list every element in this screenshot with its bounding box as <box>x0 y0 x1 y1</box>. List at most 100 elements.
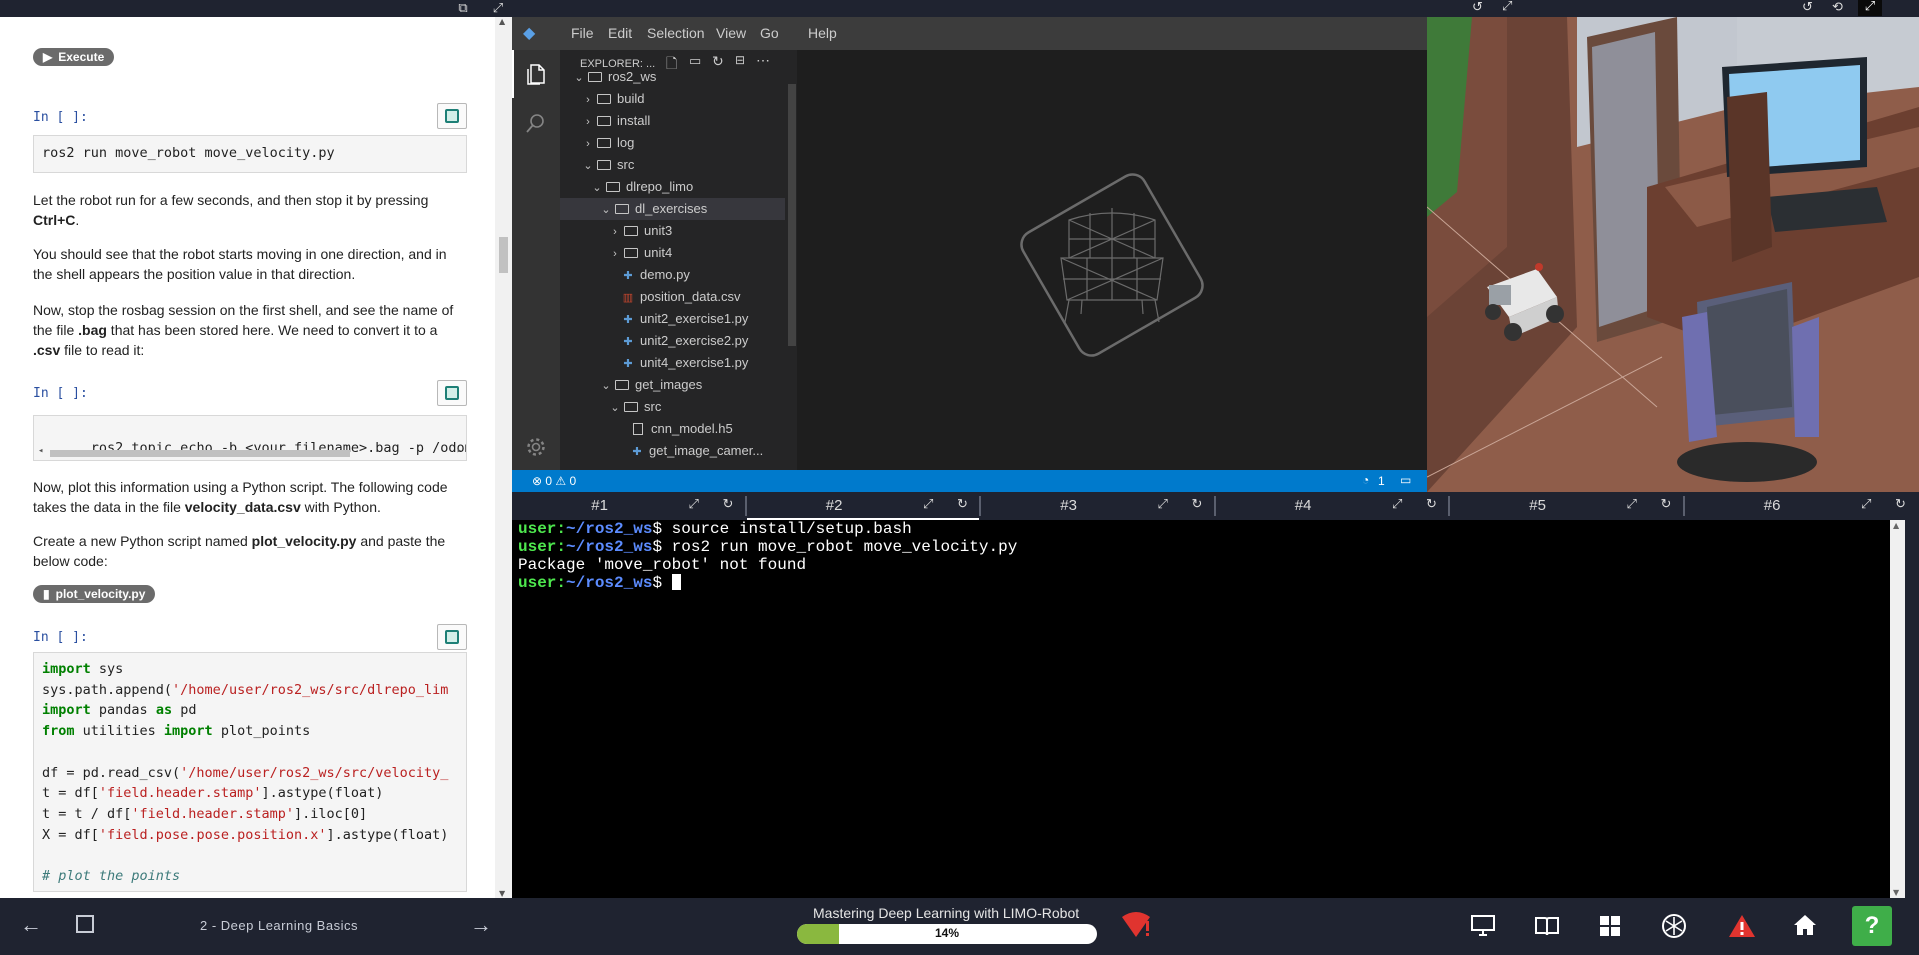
terminal-tab-6[interactable]: #6 ⤢ ↻ <box>1685 492 1918 520</box>
scrollbar-thumb[interactable] <box>499 237 508 273</box>
explorer-scrollbar-thumb[interactable] <box>788 84 796 346</box>
reload-icon[interactable]: ↻ <box>957 496 968 512</box>
terminal-tab-4[interactable]: #4 ⤢ ↻ <box>1216 492 1449 520</box>
home-icon[interactable] <box>1792 913 1818 937</box>
help-button[interactable]: ? <box>1852 906 1892 946</box>
reload-icon[interactable]: ⟲ <box>1832 0 1843 15</box>
alert-icon[interactable] <box>1728 913 1756 939</box>
tree-item[interactable]: ⌄ dl_exercises <box>560 198 785 220</box>
reset-view-icon[interactable]: ↺ <box>1472 0 1483 15</box>
tree-item[interactable]: ✚ get_image_camer... <box>560 440 785 462</box>
code-cell-1[interactable]: ros2 run move_robot move_velocity.py <box>33 135 467 173</box>
tree-item[interactable]: ▥ position_data.csv <box>560 286 785 308</box>
scroll-down-icon[interactable]: ▼ <box>1893 888 1899 897</box>
expand-icon[interactable]: ⤢ <box>1502 0 1512 14</box>
menu-help[interactable]: Help <box>808 25 837 41</box>
terminal-tab-5[interactable]: #5 ⤢ ↻ <box>1450 492 1683 520</box>
expand-icon[interactable]: ⤢ <box>1627 496 1637 512</box>
tree-item[interactable]: ✚ unit2_exercise2.py <box>560 330 785 352</box>
terminal-scrollbar[interactable]: ▲ ▼ <box>1890 520 1905 898</box>
expand-icon[interactable]: ⤢ <box>923 496 933 512</box>
tree-item[interactable]: ✚ unit2_exercise1.py <box>560 308 785 330</box>
reload-icon[interactable]: ↻ <box>723 496 734 512</box>
reset-icon[interactable]: ↺ <box>1802 0 1813 15</box>
menu-file[interactable]: File <box>571 25 594 41</box>
execute-button[interactable]: ▶ Execute <box>33 48 115 66</box>
input-prompt: In [ ]: <box>33 630 88 645</box>
notification-icon[interactable]: ◔ <box>1362 473 1369 487</box>
code-cell-2[interactable]: ros2 topic echo -b <your_filename>.bag -… <box>33 415 467 461</box>
files-icon[interactable] <box>525 62 547 86</box>
layout-icon[interactable]: ▭ <box>1400 473 1411 487</box>
tree-item[interactable]: › unit4 <box>560 242 785 264</box>
scroll-up-icon[interactable]: ▲ <box>1893 521 1899 530</box>
tree-item[interactable]: › log <box>560 132 785 154</box>
gazebo-viewport[interactable] <box>1427 17 1919 492</box>
expand-icon[interactable]: ⤢ <box>689 496 699 512</box>
scrollbar-thumb[interactable] <box>50 450 350 457</box>
terminal-tabs: #1 ⤢ ↻ #2 ⤢ ↻ #3 ⤢ ↻ #4 ⤢ ↻ #5 ⤢ ↻ #6 ⤢ ↻ <box>512 492 1919 520</box>
copy-button[interactable] <box>437 380 467 406</box>
tree-item[interactable]: ⌄ get_images <box>560 374 785 396</box>
scroll-up-icon[interactable]: ▲ <box>499 17 505 26</box>
tree-item[interactable]: ⌄ src <box>560 154 785 176</box>
tree-item[interactable]: › install <box>560 110 785 132</box>
code-cell-3[interactable]: import sys sys.path.append('/home/user/ro… <box>33 652 467 892</box>
vscode-panel: ◆ File Edit Selection View Go Help EXPLO… <box>512 0 1427 492</box>
tree-item[interactable]: ⌄ ros2_ws <box>560 66 785 88</box>
menu-go[interactable]: Go <box>760 25 779 41</box>
chevron-down-icon: ⌄ <box>610 402 620 414</box>
notification-count: 1 <box>1378 474 1385 488</box>
fullscreen-icon[interactable]: ⤢ <box>1858 0 1882 16</box>
scroll-down-icon[interactable]: ▼ <box>499 889 505 898</box>
horizontal-scrollbar[interactable]: ◂ ▸ <box>38 446 462 458</box>
menu-view[interactable]: View <box>716 25 746 41</box>
reload-icon[interactable]: ↻ <box>1192 496 1203 512</box>
wifi-warning-icon[interactable] <box>1120 911 1154 939</box>
notebook-scrollbar[interactable]: ▲ ▼ <box>495 17 512 898</box>
terminal-output[interactable]: user:~/ros2_ws$ source install/setup.bas… <box>512 520 1890 898</box>
scroll-right-icon[interactable]: ▸ <box>457 446 462 456</box>
grid-layout-icon[interactable] <box>1598 914 1622 938</box>
expand-icon[interactable]: ⤢ <box>1392 496 1402 512</box>
tree-item[interactable]: cnn_model.h5 <box>560 418 785 440</box>
collapse-all-icon[interactable]: ⊟ <box>735 53 745 67</box>
reload-icon[interactable]: ↻ <box>1661 496 1672 512</box>
tree-item[interactable]: › build <box>560 88 785 110</box>
tree-item[interactable]: ⌄ dlrepo_limo <box>560 176 785 198</box>
reload-icon[interactable]: ↻ <box>1426 496 1437 512</box>
tree-item-label: get_image_camer... <box>649 443 764 458</box>
reload-icon[interactable]: ↻ <box>1895 496 1906 512</box>
search-icon[interactable] <box>525 112 547 134</box>
terminal-line: user:~/ros2_ws$ source install/setup.bas… <box>518 520 912 538</box>
chevron-down-icon: ⌄ <box>601 204 611 216</box>
tree-item[interactable]: ✚ demo.py <box>560 264 785 286</box>
tree-item[interactable]: ✚ unit4_exercise1.py <box>560 352 785 374</box>
terminal-tab-3[interactable]: #3 ⤢ ↻ <box>981 492 1214 520</box>
desktop-icon[interactable] <box>1470 914 1496 938</box>
expand-icon[interactable]: ⤢ <box>489 0 507 17</box>
expand-icon[interactable]: ⤢ <box>1861 496 1871 512</box>
copy-button[interactable] <box>437 624 467 650</box>
paragraph-4: Now, plot this information using a Pytho… <box>33 479 448 515</box>
vscode-logo-icon: ◆ <box>523 25 536 42</box>
menu-edit[interactable]: Edit <box>608 25 632 41</box>
copy-button[interactable] <box>437 103 467 129</box>
expand-icon[interactable]: ⤢ <box>1158 496 1168 512</box>
tree-item[interactable]: ⌄ src <box>560 396 785 418</box>
terminal-tab-2[interactable]: #2 ⤢ ↻ <box>746 492 979 520</box>
folder-icon <box>588 72 602 82</box>
gear-icon[interactable] <box>525 436 547 458</box>
scroll-left-icon[interactable]: ◂ <box>38 446 43 456</box>
open-external-icon[interactable]: ⧉ <box>454 0 472 17</box>
tree-item[interactable]: › unit3 <box>560 220 785 242</box>
menu-selection[interactable]: Selection <box>647 25 705 41</box>
problems-indicator[interactable]: ⊗ 0 ⚠ 0 <box>532 474 576 488</box>
forward-arrow-icon[interactable]: → <box>470 912 492 938</box>
back-arrow-icon[interactable]: ← <box>20 912 42 938</box>
square-icon[interactable] <box>76 915 94 933</box>
terminal-tab-1[interactable]: #1 ⤢ ↻ <box>512 492 745 520</box>
ai-assistant-icon[interactable] <box>1660 912 1688 940</box>
tree-item-label: log <box>617 135 635 150</box>
notebook-icon[interactable] <box>1534 915 1560 937</box>
